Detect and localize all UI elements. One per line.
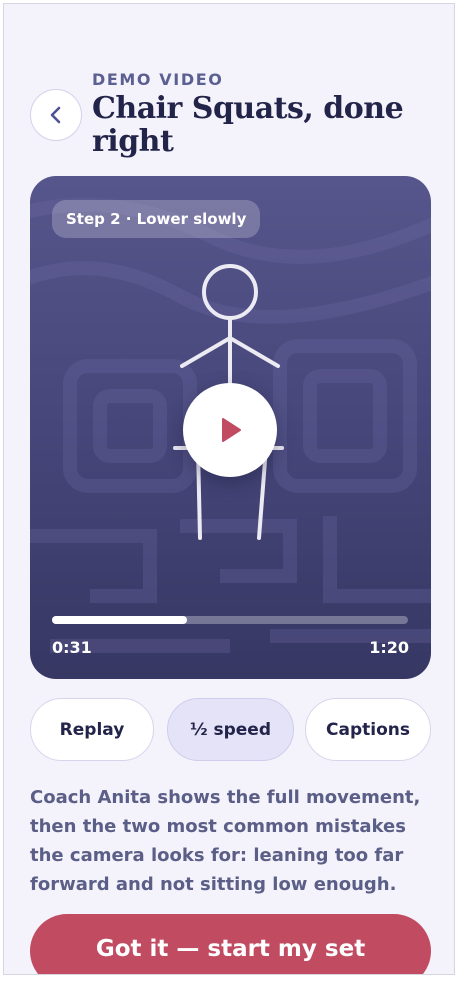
page-title: Chair Squats, done right [92, 91, 404, 159]
screen: DEMO VIDEO Chair Squats, done right Step… [3, 3, 455, 975]
chevron-left-icon [50, 106, 61, 124]
progress-bar[interactable] [52, 616, 408, 624]
play-button[interactable] [183, 383, 277, 477]
current-time: 0:31 [52, 638, 92, 657]
eyebrow-label: DEMO VIDEO [92, 70, 224, 89]
playback-controls: Replay ½ speed Captions [30, 698, 432, 761]
start-set-button[interactable]: Got it — start my set [30, 914, 431, 974]
play-icon [222, 418, 241, 442]
progress-fill [52, 616, 188, 624]
replay-button[interactable]: Replay [30, 698, 154, 761]
half-speed-button[interactable]: ½ speed [167, 698, 294, 761]
total-time: 1:20 [369, 638, 409, 657]
video-player[interactable]: Step 2 · Lower slowly 0:31 1:20 [30, 176, 431, 679]
captions-button[interactable]: Captions [305, 698, 431, 761]
back-button[interactable] [30, 89, 82, 141]
video-description: Coach Anita shows the full movement, the… [30, 787, 421, 895]
